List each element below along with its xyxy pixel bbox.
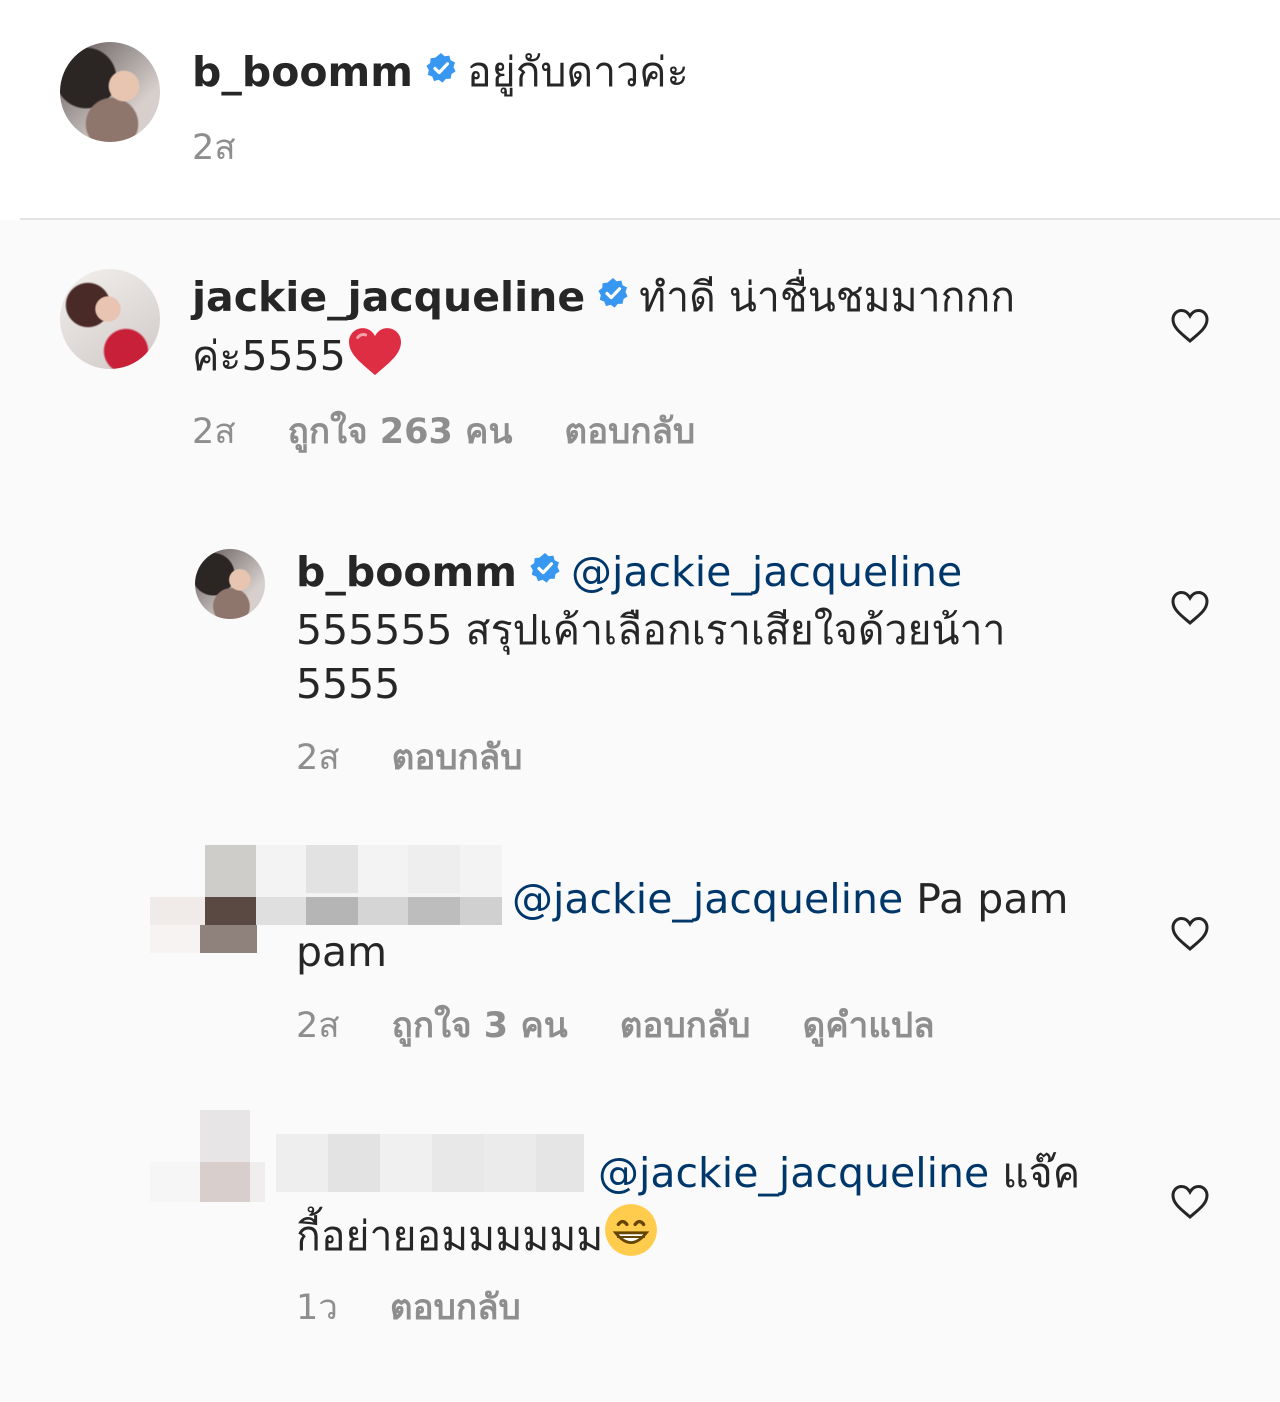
comment-body: ค่ะ5555 <box>192 332 346 380</box>
timestamp[interactable]: 2ส <box>192 412 236 452</box>
comment-body: 555555 สรุปเค้าเลือกเราเสียใจด้วยน้าา <box>296 606 1006 654</box>
comment-text-line2: pam <box>296 923 387 981</box>
like-heart-icon[interactable] <box>1170 916 1210 952</box>
timestamp[interactable]: 2ส <box>296 738 340 778</box>
see-translation-button[interactable]: ดูคำแปล <box>803 1006 935 1046</box>
comments-list: jackie_jacqueline ทำดี น่าชื่นชมมากกก ค่ะ… <box>0 220 1280 1402</box>
grinning-face-icon <box>605 1204 658 1256</box>
caption-body: อยู่กับดาวค่ะ <box>466 48 689 96</box>
verified-badge-icon <box>424 52 457 84</box>
comment-text-line2: กี้อย่ายอมมมมมม <box>296 1202 659 1265</box>
like-heart-icon[interactable] <box>1170 590 1210 626</box>
timestamp[interactable]: 2ส <box>296 1006 340 1046</box>
like-heart-icon[interactable] <box>1170 1184 1210 1220</box>
comment-body: Pa pam <box>916 875 1069 923</box>
pixelated-avatar <box>150 1110 265 1215</box>
caption-section: b_boomm อยู่กับดาวค่ะ 2ส <box>0 0 1280 218</box>
reply-button[interactable]: ตอบกลับ <box>392 738 523 778</box>
mention-link[interactable]: @jackie_jacqueline <box>512 875 903 923</box>
avatar[interactable] <box>60 42 160 142</box>
verified-badge-icon <box>597 277 630 309</box>
comment-meta: 2ส ถูกใจ 3 คน ตอบกลับ ดูคำแปล <box>296 1004 987 1048</box>
comment-text: @jackie_jacqueline แจ๊ค <box>598 1144 1080 1202</box>
avatar[interactable] <box>195 549 265 619</box>
reply-button[interactable]: ตอบกลับ <box>564 412 695 452</box>
likes-count[interactable]: ถูกใจ 3 คน <box>392 1006 568 1046</box>
mention-link[interactable]: @jackie_jacqueline <box>571 548 962 596</box>
comment-text: jackie_jacqueline ทำดี น่าชื่นชมมากกก <box>192 268 1015 326</box>
like-heart-icon[interactable] <box>1170 308 1210 344</box>
reply-button[interactable]: ตอบกลับ <box>390 1288 521 1328</box>
comment-body: ทำดี น่าชื่นชมมากกก <box>639 273 1016 321</box>
comment-meta: 2ส ตอบกลับ <box>296 736 574 780</box>
verified-badge-icon <box>528 552 561 584</box>
username-link[interactable]: b_boomm <box>296 548 517 596</box>
caption-meta: 2ส <box>192 126 288 170</box>
pixelated-avatar <box>150 845 260 960</box>
mention-link[interactable]: @jackie_jacqueline <box>598 1149 989 1197</box>
comment-body: pam <box>296 928 388 976</box>
comment-body: แจ๊ค <box>1002 1149 1081 1197</box>
comment-text-line2: 555555 สรุปเค้าเลือกเราเสียใจด้วยน้าา <box>296 601 1006 659</box>
pixelated-username <box>256 845 502 925</box>
caption-text: b_boomm อยู่กับดาวค่ะ <box>192 43 689 101</box>
comment-text-line3: 5555 <box>296 655 400 713</box>
comment-meta: 2ส ถูกใจ 263 คน ตอบกลับ <box>192 410 747 454</box>
comment-body: 5555 <box>296 660 401 708</box>
timestamp[interactable]: 2ส <box>192 128 236 168</box>
avatar[interactable] <box>60 269 160 369</box>
comment-text: b_boomm @jackie_jacqueline <box>296 543 962 601</box>
username-link[interactable]: b_boomm <box>192 48 413 96</box>
comment-body: กี้อย่ายอมมมมมม <box>296 1212 604 1260</box>
username-link[interactable]: jackie_jacqueline <box>192 273 585 321</box>
comment-text-line2: ค่ะ5555 <box>192 326 404 385</box>
pixelated-username <box>276 1134 584 1192</box>
timestamp[interactable]: 1ว <box>296 1288 338 1328</box>
reply-button[interactable]: ตอบกลับ <box>620 1006 751 1046</box>
comment-text: @jackie_jacqueline Pa pam <box>512 870 1068 928</box>
comment-meta: 1ว ตอบกลับ <box>296 1286 573 1330</box>
red-heart-icon <box>348 328 401 376</box>
likes-count[interactable]: ถูกใจ 263 คน <box>288 412 513 452</box>
